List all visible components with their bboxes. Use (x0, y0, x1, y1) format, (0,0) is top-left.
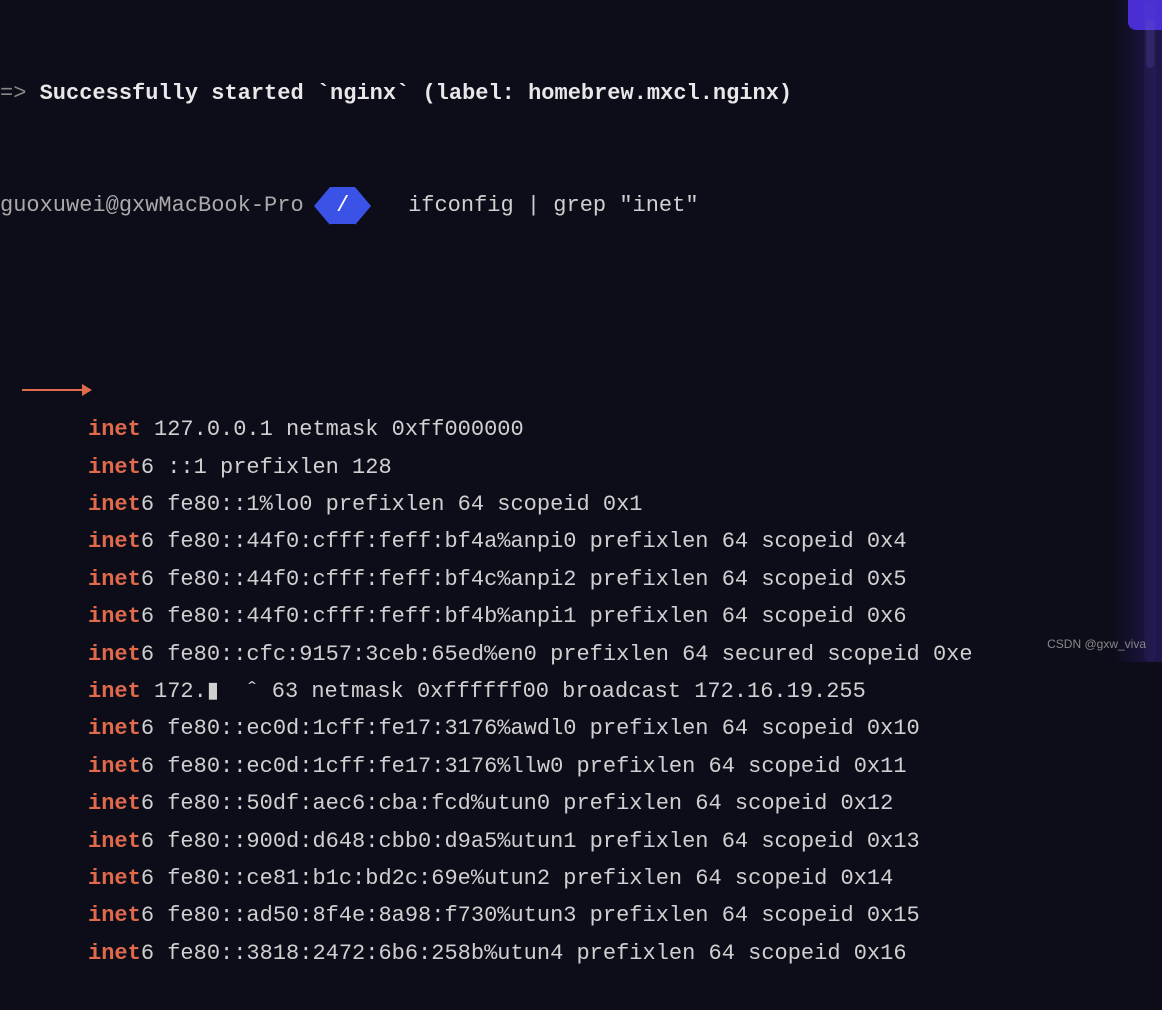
inet-keyword: inet (88, 567, 141, 592)
inet6-suffix: 6 (141, 941, 154, 966)
inet-keyword: inet (88, 642, 141, 667)
output-line: inet6 fe80::50df:aec6:cba:fcd%utun0 pref… (0, 785, 1162, 822)
output-text: fe80::ec0d:1cff:fe17:3176%awdl0 prefixle… (154, 716, 920, 741)
inet-keyword: inet (88, 791, 141, 816)
output-text: fe80::1%lo0 prefixlen 64 scopeid 0x1 (154, 492, 642, 517)
inet6-suffix: 6 (141, 492, 154, 517)
inet-keyword: inet (88, 754, 141, 779)
output-line: inet6 fe80::1%lo0 prefixlen 64 scopeid 0… (0, 486, 1162, 523)
prompt-line: guoxuwei@gxwMacBook-Pro / ifconfig | gre… (0, 187, 1162, 224)
path-segment: / (330, 187, 355, 224)
output-line: inet6 fe80::900d:d648:cbb0:d9a5%utun1 pr… (0, 823, 1162, 860)
output-text: fe80::3818:2472:6b6:258b%utun4 prefixlen… (154, 941, 907, 966)
scroll-thumb[interactable] (1146, 20, 1154, 68)
output-line: inet 172.▮ ˆ 63 netmask 0xffffff00 broad… (0, 673, 1162, 710)
inet-keyword: inet (88, 604, 141, 629)
output-text: fe80::ec0d:1cff:fe17:3176%llw0 prefixlen… (154, 754, 907, 779)
inet6-suffix: 6 (141, 529, 154, 554)
inet-keyword: inet (88, 829, 141, 854)
output-line: inet6 fe80::44f0:cfff:feff:bf4b%anpi1 pr… (0, 598, 1162, 635)
inet6-suffix: 6 (141, 791, 154, 816)
inet6-suffix: 6 (141, 642, 154, 667)
terminal-output[interactable]: => Successfully started `nginx` (label: … (0, 0, 1162, 1010)
output-text: fe80::44f0:cfff:feff:bf4b%anpi1 prefixle… (154, 604, 907, 629)
output-line: inet6 fe80::cfc:9157:3ceb:65ed%en0 prefi… (0, 636, 1162, 673)
status-line: => Successfully started `nginx` (label: … (0, 75, 1162, 112)
inet6-suffix: 6 (141, 754, 154, 779)
inet-keyword: inet (88, 492, 141, 517)
inet6-suffix: 6 (141, 567, 154, 592)
inet-keyword: inet (88, 417, 141, 442)
output-line: inet6 fe80::ad50:8f4e:8a98:f730%utun3 pr… (0, 897, 1162, 934)
output-line: inet6 fe80::44f0:cfff:feff:bf4a%anpi0 pr… (0, 523, 1162, 560)
inet-keyword: inet (88, 903, 141, 928)
output-text: fe80::ad50:8f4e:8a98:f730%utun3 prefixle… (154, 903, 920, 928)
inet6-suffix: 6 (141, 455, 154, 480)
inet6-suffix: 6 (141, 829, 154, 854)
annotation-arrow (22, 380, 92, 400)
output-text: fe80::cfc:9157:3ceb:65ed%en0 prefixlen 6… (154, 642, 973, 667)
output-text: fe80::44f0:cfff:feff:bf4a%anpi0 prefixle… (154, 529, 907, 554)
output-text: fe80::ce81:b1c:bd2c:69e%utun2 prefixlen … (154, 866, 893, 891)
inet-keyword: inet (88, 716, 141, 741)
watermark: CSDN @gxw_viva (1047, 634, 1146, 654)
command-text: ifconfig | grep "inet" (408, 193, 698, 218)
output-line: inet6 fe80::44f0:cfff:feff:bf4c%anpi2 pr… (0, 561, 1162, 598)
inet6-suffix: 6 (141, 604, 154, 629)
inet-keyword: inet (88, 455, 141, 480)
output-line: inet6 fe80::3818:2472:6b6:258b%utun4 pre… (0, 935, 1162, 972)
output-text: ::1 prefixlen 128 (154, 455, 392, 480)
inet-keyword: inet (88, 941, 141, 966)
user-host: guoxuwei@gxwMacBook-Pro (0, 193, 304, 218)
output-line: inet 127.0.0.1 netmask 0xff000000 (0, 411, 1162, 448)
inet6-suffix: 6 (141, 866, 154, 891)
output-text: 127.0.0.1 netmask 0xff000000 (141, 417, 524, 442)
output-text: 172.▮ ˆ 63 netmask 0xffffff00 broadcast … (141, 679, 866, 704)
output-text: fe80::900d:d648:cbb0:d9a5%utun1 prefixle… (154, 829, 920, 854)
inet-keyword: inet (88, 866, 141, 891)
output-line: inet6 fe80::ce81:b1c:bd2c:69e%utun2 pref… (0, 860, 1162, 897)
output-line: inet6 ::1 prefixlen 128 (0, 449, 1162, 486)
prompt-arrow: => (0, 81, 26, 106)
output-text: fe80::50df:aec6:cba:fcd%utun0 prefixlen … (154, 791, 893, 816)
status-text: Successfully started `nginx` (label: hom… (40, 81, 793, 106)
inet6-suffix: 6 (141, 716, 154, 741)
scrollbar[interactable] (1144, 0, 1156, 662)
output-text: fe80::44f0:cfff:feff:bf4c%anpi2 prefixle… (154, 567, 907, 592)
inet-keyword: inet (88, 529, 141, 554)
output-line: inet6 fe80::ec0d:1cff:fe17:3176%awdl0 pr… (0, 710, 1162, 747)
output-line: inet6 fe80::ec0d:1cff:fe17:3176%llw0 pre… (0, 748, 1162, 785)
inet6-suffix: 6 (141, 903, 154, 928)
inet-keyword: inet (88, 679, 141, 704)
output-block: inet 127.0.0.1 netmask 0xff000000inet6 :… (0, 411, 1162, 972)
